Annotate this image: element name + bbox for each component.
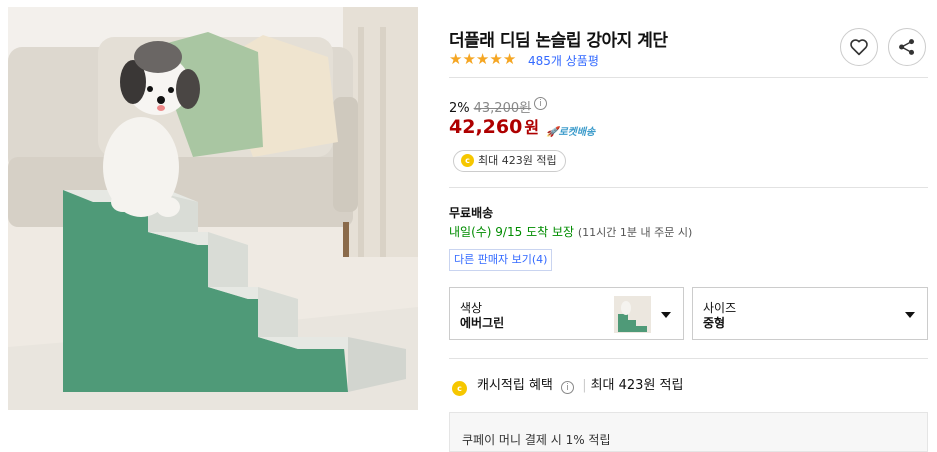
chevron-down-icon bbox=[661, 312, 671, 318]
color-option-thumbnail bbox=[614, 296, 651, 333]
cashback-info-icon[interactable]: i bbox=[561, 381, 575, 394]
rocket-label: 로켓배송 bbox=[558, 127, 596, 138]
star-icon: ★ bbox=[462, 49, 476, 68]
price-info-icon[interactable]: i bbox=[534, 97, 547, 110]
sale-price-unit: 원 bbox=[524, 118, 540, 137]
wishlist-button[interactable] bbox=[840, 28, 878, 66]
color-option-value: 에버그린 bbox=[460, 316, 505, 330]
delivery-estimate: 내일(수) 9/15 도착 보장 (11시간 1분 내 주문 시) bbox=[449, 223, 692, 240]
order-condition: (11시간 1분 내 주문 시) bbox=[577, 226, 693, 239]
cashback-label: 캐시적립 혜택 bbox=[477, 378, 553, 393]
cashback-benefit-row: c 캐시적립 혜택 i | 최대 423원 적립 bbox=[449, 374, 683, 396]
coin-icon: c bbox=[461, 154, 474, 167]
review-count-link[interactable]: 485개 상품평 bbox=[528, 52, 599, 69]
heart-icon bbox=[850, 39, 868, 56]
coupay-benefit-box: 쿠페이 머니 결제 시 1% 적립 bbox=[449, 412, 928, 452]
divider bbox=[449, 358, 928, 359]
divider bbox=[449, 77, 928, 78]
other-sellers-button[interactable]: 다른 판매자 보기(4) bbox=[449, 249, 553, 271]
coin-icon: c bbox=[452, 381, 467, 396]
chevron-down-icon bbox=[905, 312, 915, 318]
cash-reward-text: 최대 423원 적립 bbox=[478, 154, 557, 167]
cash-reward-pill: c 최대 423원 적립 bbox=[453, 150, 566, 172]
rocket-delivery-badge: 🚀로켓배송 bbox=[546, 123, 595, 138]
arrival-date: 내일(수) 9/15 bbox=[449, 225, 523, 239]
arrival-guarantee: 도착 보장 bbox=[526, 225, 575, 239]
product-image[interactable] bbox=[8, 7, 418, 410]
sale-price: 42,260 원 bbox=[449, 114, 539, 138]
share-icon bbox=[899, 39, 915, 55]
shipping-label: 무료배송 bbox=[449, 206, 494, 220]
coupay-benefit-text: 쿠페이 머니 결제 시 1% 적립 bbox=[462, 433, 611, 447]
size-option-select[interactable]: 사이즈 중형 bbox=[692, 287, 928, 340]
rocket-icon: 🚀 bbox=[546, 127, 559, 138]
separator: | bbox=[582, 378, 587, 393]
color-option-select[interactable]: 색상 에버그린 bbox=[449, 287, 684, 340]
sale-price-number: 42,260 bbox=[449, 116, 523, 138]
star-icon: ★ bbox=[489, 49, 503, 68]
share-button[interactable] bbox=[888, 28, 926, 66]
divider bbox=[449, 187, 928, 188]
product-info-panel: 더플래 디딤 논슬립 강아지 계단 ★ ★ ★ ★ ★ 485개 상품평 2% 4… bbox=[449, 0, 929, 452]
rating-stars[interactable]: ★ ★ ★ ★ ★ bbox=[449, 51, 516, 67]
star-icon: ★ bbox=[475, 49, 490, 68]
cashback-detail: 최대 423원 적립 bbox=[590, 378, 684, 393]
star-icon: ★ bbox=[502, 49, 517, 68]
star-icon: ★ bbox=[449, 49, 463, 68]
product-photo bbox=[8, 7, 418, 410]
size-option-value: 중형 bbox=[703, 316, 726, 330]
product-title: 더플래 디딤 논슬립 강아지 계단 bbox=[449, 31, 668, 51]
